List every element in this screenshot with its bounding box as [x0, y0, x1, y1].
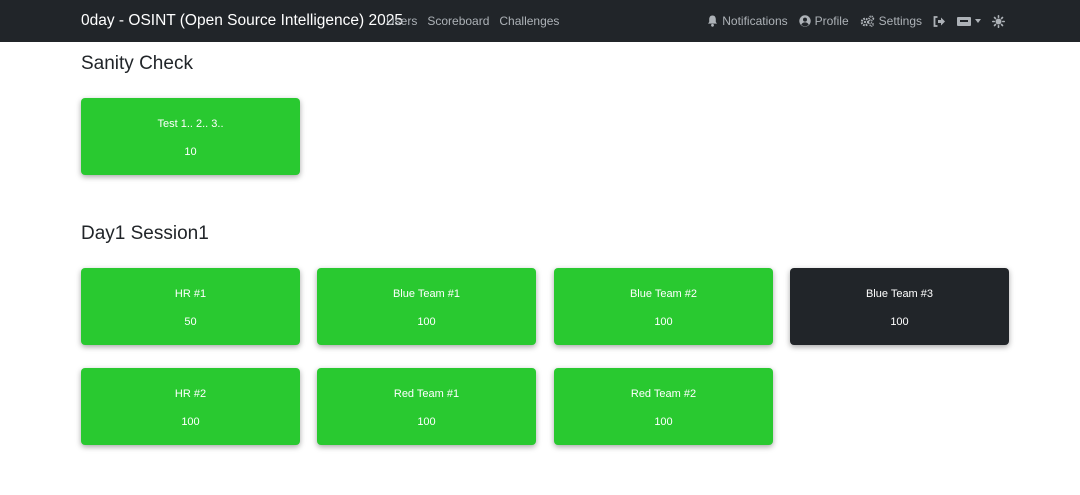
nav-theme-toggle[interactable] — [992, 14, 1005, 28]
nav-language-dropdown[interactable] — [957, 16, 981, 26]
user-circle-icon — [798, 15, 811, 27]
challenge-value: 100 — [417, 416, 436, 428]
main-nav: Users Scoreboard Challenges — [386, 0, 559, 42]
settings-label: Settings — [878, 14, 922, 28]
challenge-name: HR #2 — [174, 388, 207, 400]
challenge-value: 50 — [184, 316, 197, 328]
challenge-card[interactable]: Red Team #2 100 — [554, 368, 773, 445]
challenge-value: 100 — [654, 316, 673, 328]
challenge-card[interactable]: HR #1 50 — [81, 268, 300, 345]
challenge-name: Blue Team #3 — [865, 288, 934, 300]
challenge-name: Blue Team #2 — [629, 288, 698, 300]
nav-link-challenges[interactable]: Challenges — [499, 14, 559, 28]
bell-icon — [707, 15, 718, 27]
category-title-sanity-check: Sanity Check — [81, 53, 193, 74]
language-icon — [957, 16, 971, 26]
challenge-value: 100 — [890, 316, 909, 328]
challenge-name: Red Team #1 — [393, 388, 460, 400]
category-title-day1-session1: Day1 Session1 — [81, 223, 209, 244]
challenge-card[interactable]: Red Team #1 100 — [317, 368, 536, 445]
challenge-value: 100 — [417, 316, 436, 328]
challenge-value: 100 — [181, 416, 200, 428]
notifications-label: Notifications — [722, 14, 788, 28]
nav-notifications[interactable]: Notifications — [707, 14, 788, 28]
profile-label: Profile — [814, 14, 849, 28]
challenge-card-solved[interactable]: Blue Team #3 100 — [790, 268, 1009, 345]
brand-link[interactable]: 0day - OSINT (Open Source Intelligence) … — [81, 0, 403, 42]
challenge-card[interactable]: HR #2 100 — [81, 368, 300, 445]
challenge-card[interactable]: Blue Team #1 100 — [317, 268, 536, 345]
challenge-card[interactable]: Blue Team #2 100 — [554, 268, 773, 345]
nav-link-users[interactable]: Users — [386, 14, 417, 28]
chevron-down-icon — [975, 19, 981, 23]
user-nav: Notifications Profile Settings — [707, 0, 1005, 42]
challenge-value: 100 — [654, 416, 673, 428]
nav-link-scoreboard[interactable]: Scoreboard — [427, 14, 489, 28]
nav-logout[interactable] — [933, 15, 946, 27]
nav-profile[interactable]: Profile — [798, 14, 849, 28]
challenge-name: Test 1.. 2.. 3.. — [157, 118, 224, 130]
nav-settings[interactable]: Settings — [860, 14, 922, 28]
challenge-name: Red Team #2 — [630, 388, 697, 400]
sign-out-icon — [933, 15, 946, 27]
challenge-name: Blue Team #1 — [392, 288, 461, 300]
cogs-icon — [860, 15, 875, 27]
challenge-card[interactable]: Test 1.. 2.. 3.. 10 — [81, 98, 300, 175]
sun-icon — [992, 14, 1005, 28]
top-navbar: 0day - OSINT (Open Source Intelligence) … — [0, 0, 1080, 42]
challenge-value: 10 — [184, 146, 197, 158]
challenge-name: HR #1 — [174, 288, 207, 300]
